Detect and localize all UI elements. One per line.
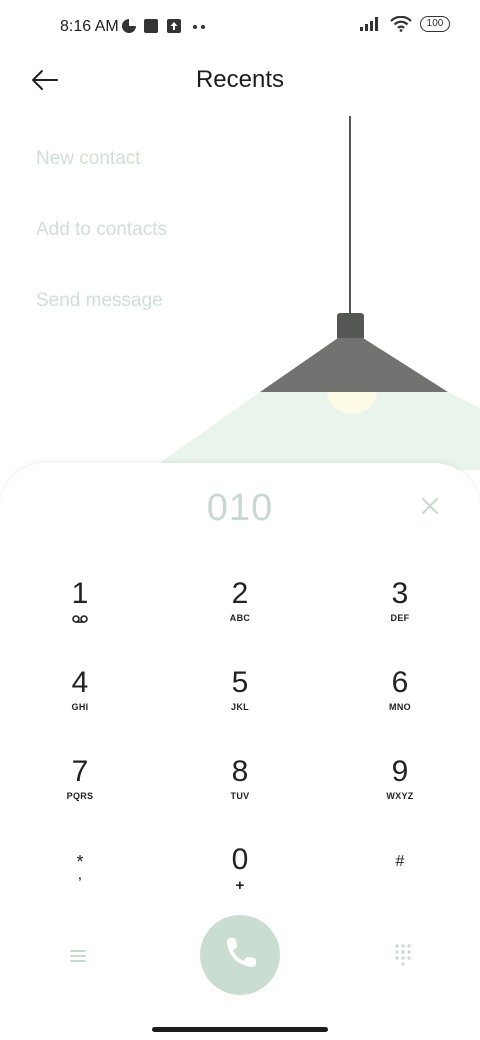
dialpad-toggle-button[interactable]: [390, 942, 416, 968]
call-button[interactable]: [200, 915, 280, 995]
key-digit: 0: [231, 843, 249, 876]
key-digit: 8: [231, 755, 249, 788]
key-5[interactable]: 5 JKL: [180, 666, 300, 746]
key-3[interactable]: 3 DEF: [340, 577, 460, 657]
key-letters: GHI: [71, 702, 89, 712]
signal-icon: [360, 17, 378, 31]
dialed-number: 010: [206, 487, 274, 529]
key-letters: +: [235, 877, 245, 894]
key-digit: 5: [231, 666, 249, 699]
key-digit: 6: [391, 666, 409, 699]
key-2[interactable]: 2 ABC: [180, 577, 300, 657]
status-time: 8:16 AM: [60, 18, 119, 35]
key-star[interactable]: * ,: [20, 842, 140, 922]
key-digit: 1: [71, 577, 89, 610]
close-icon: [422, 498, 438, 514]
square-icon: [144, 19, 158, 33]
key-letters: MNO: [389, 702, 411, 712]
key-6[interactable]: 6 MNO: [340, 666, 460, 746]
voicemail-icon: [72, 615, 88, 623]
dialpad-icon: [395, 944, 411, 966]
key-letters: DEF: [390, 613, 410, 623]
home-indicator[interactable]: [152, 1027, 328, 1032]
key-0[interactable]: 0 +: [180, 843, 300, 923]
pie-chart-icon: [122, 19, 136, 33]
battery-icon: 100: [420, 16, 450, 32]
key-7[interactable]: 7 PQRS: [20, 755, 140, 835]
key-letters: WXYZ: [386, 791, 414, 801]
wifi-icon: [390, 16, 412, 32]
status-bar: 8:16 AM 100: [0, 0, 480, 56]
key-letters: JKL: [231, 702, 249, 712]
key-letters: PQRS: [66, 791, 94, 801]
key-4[interactable]: 4 GHI: [20, 666, 140, 746]
more-dots-icon: [193, 25, 205, 29]
upload-icon: [167, 19, 181, 33]
key-digit: 7: [71, 755, 89, 788]
clear-button[interactable]: [416, 492, 444, 520]
page-title: Recents: [195, 66, 285, 93]
phone-icon: [227, 938, 256, 967]
key-letters: TUV: [230, 791, 250, 801]
menu-button[interactable]: [66, 944, 90, 968]
hamburger-icon: [70, 950, 86, 962]
key-digit: #: [395, 853, 405, 870]
key-digit: 9: [391, 755, 409, 788]
lamp-illustration: [150, 116, 480, 470]
status-right: 100: [360, 16, 450, 32]
key-digit: 3: [391, 577, 409, 610]
key-digit: 4: [71, 666, 89, 699]
key-letters: ABC: [229, 613, 251, 623]
key-8[interactable]: 8 TUV: [180, 755, 300, 835]
key-hash[interactable]: #: [340, 842, 460, 922]
key-digit: 2: [231, 577, 249, 610]
key-1[interactable]: 1: [20, 577, 140, 657]
key-9[interactable]: 9 WXYZ: [340, 755, 460, 835]
key-letters: ,: [78, 870, 82, 882]
